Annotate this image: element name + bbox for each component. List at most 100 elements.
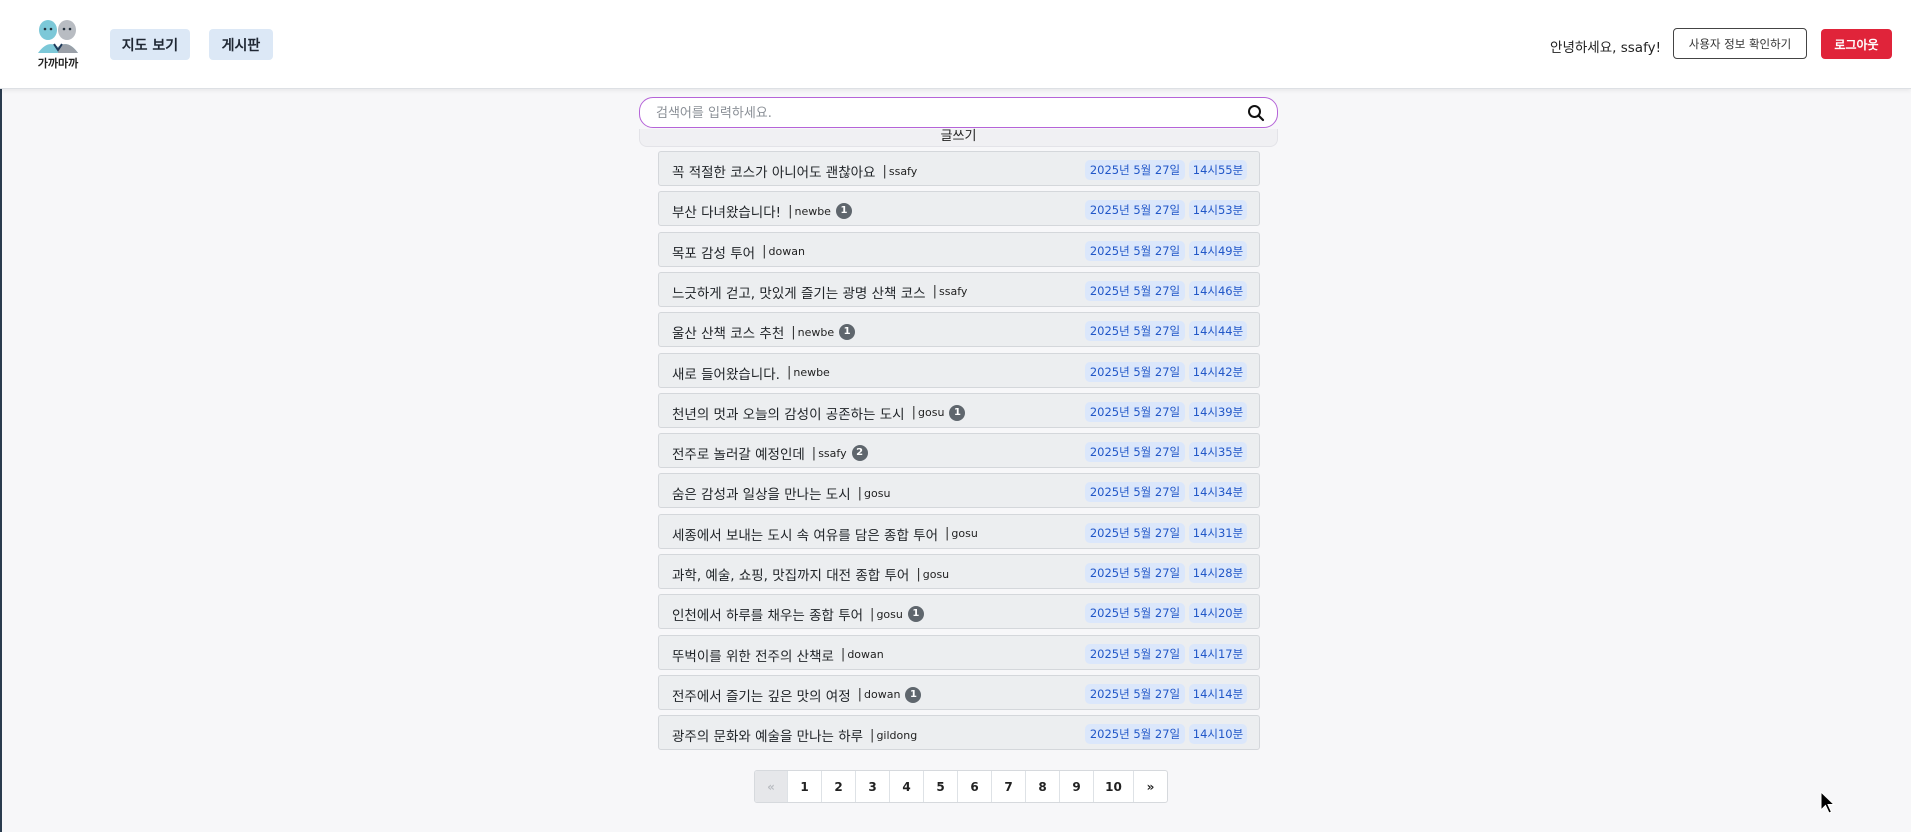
post-title-group: 부산 다녀왔습니다! | newbe 1 [672,201,852,221]
post-title-group: 울산 산책 코스 추천 | newbe 1 [672,322,856,342]
post-author: ssafy [939,285,968,299]
pagination-page-7[interactable]: 7 [992,771,1026,802]
post-title-group: 과학, 예술, 쇼핑, 맛집까지 대전 종합 투어 | gosu [672,564,949,585]
nav-map-button[interactable]: 지도 보기 [110,29,190,60]
post-author: dowan [768,245,805,259]
pagination-page-1[interactable]: 1 [788,771,822,802]
post-row[interactable]: 목포 감성 투어 | dowan 2025년 5월 27일 14시49분 [658,231,1260,267]
post-time-badge: 14시44분 [1189,321,1247,342]
post-date-badge: 2025년 5월 27일 [1085,563,1185,583]
post-title: 인천에서 하루를 채우는 종합 투어 [672,608,864,625]
nav-board-button[interactable]: 게시판 [209,29,273,60]
post-row[interactable]: 인천에서 하루를 채우는 종합 투어 | gosu 1 2025년 5월 27일 14시2… [658,594,1260,630]
post-title-group: 전주에서 즐기는 깊은 맛의 여정 | dowan 1 [672,685,922,705]
post-time-badge: 14시49분 [1189,240,1247,261]
post-author: gildong [876,728,918,742]
post-row[interactable]: 꼭 적절한 코스가 아니어도 괜찮아요 | ssafy 2025년 5월 27일 14시… [658,151,1260,186]
write-post-button[interactable]: 글쓰기 [639,129,1278,147]
post-row[interactable]: 세종에서 보내는 도시 속 여유를 담은 종합 투어 | gosu 2025년 5월 … [658,513,1260,549]
post-date-badge: 2025년 5월 27일 [1085,200,1185,221]
post-separator: | [786,365,792,380]
pagination-page-3[interactable]: 3 [856,771,890,802]
post-separator: | [870,727,875,743]
post-title: 세종에서 보내는 도시 속 여유를 담은 종합 투어 [672,527,939,544]
post-title-group: 광주의 문화와 예술을 만나는 하루 | gildong [672,725,918,746]
post-author: gosu [951,527,978,541]
post-author: dowan [847,648,884,662]
post-date-badge: 2025년 5월 27일 [1085,643,1185,664]
post-row[interactable]: 새로 들어왔습니다. | newbe 2025년 5월 27일 14시42분 [658,352,1260,388]
post-title: 꼭 적절한 코스가 아니어도 괜찮아요 [672,165,876,181]
post-time-badge: 14시46분 [1189,280,1247,301]
post-title: 전주에서 즐기는 깊은 맛의 여정 [672,688,851,705]
post-separator: | [911,405,916,421]
pagination-page-6[interactable]: 6 [958,771,992,802]
post-title: 광주의 문화와 예술을 만나는 하루 [672,729,864,746]
post-date-badge: 2025년 5월 27일 [1085,603,1185,624]
post-row[interactable]: 과학, 예술, 쇼핑, 맛집까지 대전 종합 투어 | gosu 2025년 5월 2… [658,554,1260,589]
logo-text: 가까마까 [37,57,79,70]
pagination-page-9[interactable]: 9 [1060,771,1094,802]
post-date-badge: 2025년 5월 27일 [1085,442,1185,463]
post-author: gosu [864,486,891,500]
post-title: 과학, 예술, 쇼핑, 맛집까지 대전 종합 투어 [672,568,910,584]
post-row[interactable]: 전주로 놀러갈 예정인데 | ssafy 2 2025년 5월 27일 14시35분 [658,433,1260,469]
pagination-next[interactable]: » [1134,771,1167,802]
search-input[interactable] [654,98,1228,129]
post-title: 부산 다녀왔습니다! [672,205,782,222]
pagination-page-4[interactable]: 4 [890,771,924,802]
post-time-badge: 14시10분 [1189,724,1247,745]
post-title: 천년의 멋과 오늘의 감성이 공존하는 도시 [672,406,905,423]
pagination-prev[interactable]: « [755,771,788,802]
post-date-badge: 2025년 5월 27일 [1085,724,1185,745]
post-author: gosu [876,607,903,621]
pagination: «1 2 3 4 5 6 7 8 9 10» [754,770,1168,803]
post-title: 뚜벅이를 위한 전주의 산책로 [672,648,834,665]
logo-mascot-icon [38,20,78,53]
mouse-cursor-icon [1820,791,1836,814]
pagination-page-5[interactable]: 5 [924,771,958,802]
post-row[interactable]: 울산 산책 코스 추천 | newbe 1 2025년 5월 27일 14시44분 [658,312,1260,348]
post-title: 숨은 감성과 일상을 만나는 도시 [672,487,851,504]
post-date-badge: 2025년 5월 27일 [1085,280,1185,301]
post-date-badge: 2025년 5월 27일 [1085,401,1185,422]
post-date-badge: 2025년 5월 27일 [1085,160,1185,180]
post-date-badge: 2025년 5월 27일 [1085,522,1185,543]
post-row[interactable]: 부산 다녀왔습니다! | newbe 1 2025년 5월 27일 14시53분 [658,191,1260,227]
post-row[interactable]: 광주의 문화와 예술을 만나는 하루 | gildong 2025년 5월 27일 14… [658,715,1260,751]
site-logo[interactable]: 가까마까 [34,17,82,73]
user-info-button[interactable]: 사용자 정보 확인하기 [1673,28,1807,59]
post-time-badge: 14시53분 [1189,200,1247,221]
post-time-badge: 14시28분 [1189,563,1247,583]
post-title: 새로 들어왔습니다. [672,366,780,383]
post-time-badge: 14시31분 [1189,522,1247,543]
post-time-badge: 14시20분 [1189,603,1247,624]
post-separator: | [788,203,793,219]
post-row[interactable]: 뚜벅이를 위한 전주의 산책로 | dowan 2025년 5월 27일 14시17분 [658,634,1260,670]
post-date-badge: 2025년 5월 27일 [1085,361,1185,382]
post-author: newbe [794,204,831,218]
post-date-badge: 2025년 5월 27일 [1085,321,1185,342]
post-title: 전주로 놀러갈 예정인데 [672,447,805,464]
comment-count-badge: 1 [949,404,966,421]
pagination-page-8[interactable]: 8 [1026,771,1060,802]
post-time-badge: 14시34분 [1189,482,1247,503]
post-title-group: 전주로 놀러갈 예정인데 | ssafy 2 [672,443,868,463]
pagination-page-10[interactable]: 10 [1094,771,1134,802]
post-row[interactable]: 천년의 멋과 오늘의 감성이 공존하는 도시 | gosu 1 2025년 5월 27일… [658,392,1260,428]
post-title-group: 느긋하게 걷고, 맛있게 즐기는 광명 산책 코스 | ssafy [672,282,967,302]
post-separator: | [916,566,921,582]
post-separator: | [840,647,846,663]
post-date-badge: 2025년 5월 27일 [1085,482,1185,503]
post-author: ssafy [888,164,918,178]
post-separator: | [857,687,863,703]
search-icon[interactable] [1247,104,1265,122]
post-title-group: 새로 들어왔습니다. | newbe [672,363,830,383]
post-date-badge: 2025년 5월 27일 [1085,240,1185,261]
logout-button[interactable]: 로그아웃 [1821,29,1892,59]
post-row[interactable]: 전주에서 즐기는 깊은 맛의 여정 | dowan 1 2025년 5월 27일 14시1… [658,674,1260,710]
post-row[interactable]: 느긋하게 걷고, 맛있게 즐기는 광명 산책 코스 | ssafy 2025년 5월 … [658,271,1260,307]
pagination-page-2[interactable]: 2 [822,771,856,802]
post-row[interactable]: 숨은 감성과 일상을 만나는 도시 | gosu 2025년 5월 27일 14시34분 [658,473,1260,509]
post-title: 목포 감성 투어 [672,245,756,262]
